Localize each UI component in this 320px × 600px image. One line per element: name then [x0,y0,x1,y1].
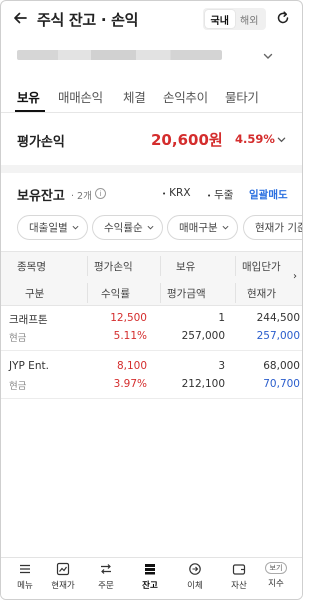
col-return-rate[interactable]: 수익률 [101,286,130,301]
view-badge: 보기 [264,562,288,574]
nav-transfer[interactable]: 이체 [177,562,213,591]
column-divider [235,283,236,303]
dot-icon: • [162,190,167,198]
hamburger-icon [20,564,30,574]
tab-averaging[interactable]: 물타기 [225,87,259,106]
app-frame: 주식 잔고 · 손익 국내 해외 보유 매매손익 체결 손익추이 물타기 평가손… [0,0,303,600]
account-type: 현금 [9,381,27,392]
quantity: 3 [218,360,225,372]
filter-trade-type[interactable]: 매매구분 [167,215,238,240]
chevron-down-icon [72,225,79,230]
holdings-header: 보유잔고 · 2개 i • KRX • 두줄 일괄매도 [1,179,302,207]
chevron-down-icon [222,225,229,230]
back-arrow-icon[interactable] [11,9,29,27]
active-tab-indicator [15,110,45,112]
refresh-icon[interactable] [276,11,290,25]
return-rate: 5.11% [113,330,147,342]
column-divider [87,256,88,276]
account-type: 현금 [9,333,27,344]
tab-trade-pl[interactable]: 매매손익 [58,87,103,106]
market-toggle[interactable]: 국내 해외 [203,8,266,30]
two-line-option[interactable]: • 두줄 [207,187,233,202]
app-header: 주식 잔고 · 손익 국내 해외 [1,1,302,37]
nav-index[interactable]: 보기 지수 [258,562,294,589]
col-eval-pl[interactable]: 평가손익 [94,259,133,274]
tab-pl-trend[interactable]: 손익추이 [163,87,208,106]
filter-chips: 대출일별 수익률순 매매구분 현재가 기준 [1,213,302,243]
eval-amount: 257,000 [181,330,225,342]
col-quantity[interactable]: 보유 [176,259,195,274]
tab-executions[interactable]: 체결 [123,87,146,106]
current-price: 257,000 [256,330,300,342]
chevron-down-icon [263,53,273,59]
toggle-domestic[interactable]: 국내 [205,10,235,28]
swap-icon [101,564,111,574]
eval-amount: 212,100 [181,378,225,390]
pl-label: 평가손익 [17,135,65,150]
eval-pl: 8,100 [116,360,147,372]
chevron-down-icon [147,225,154,230]
buy-price: 68,000 [263,360,300,372]
info-icon[interactable]: i [95,188,106,199]
tab-holdings[interactable]: 보유 [17,87,40,106]
col-eval-amount[interactable]: 평가금액 [167,286,206,301]
column-divider [160,256,161,276]
dot-icon: • [207,192,212,200]
wallet-icon [232,564,246,575]
filter-by-loan-date[interactable]: 대출일별 [17,215,88,240]
holdings-count: · 2개 [71,191,92,202]
nav-current-price[interactable]: 현재가 [45,562,81,591]
nav-menu[interactable]: 메뉴 [7,562,43,591]
return-rate: 3.97% [113,378,147,390]
table-row[interactable]: 크래프톤 현금 12,500 5.11% 1 257,000 244,500 2… [1,307,302,351]
account-selector[interactable] [17,39,287,71]
column-divider [235,256,236,276]
table-row[interactable]: JYP Ent. 현금 8,100 3.97% 3 212,100 68,000… [1,355,302,399]
nav-assets[interactable]: 자산 [221,562,257,591]
sort-by-return[interactable]: 수익률순 [92,215,163,240]
sell-all-button[interactable]: 일괄매도 [249,187,288,202]
page-title: 주식 잔고 · 손익 [37,11,139,29]
col-stock-name[interactable]: 종목명 [17,259,46,274]
col-type[interactable]: 구분 [25,286,44,301]
bottom-nav: 메뉴 현재가 주문 잔고 이체 자산 보기 지수 [1,557,302,599]
account-number-masked [17,50,222,60]
table-header-row-2: 구분 수익률 평가금액 현재가 [1,279,302,306]
pl-amount: 20,600원 [151,131,223,149]
chevron-down-icon[interactable] [277,135,286,144]
section-divider [1,165,302,173]
chevron-right-icon[interactable]: › [293,271,297,282]
col-buy-price[interactable]: 매입단가 [242,259,281,274]
stock-name: 크래프톤 [9,314,48,326]
chart-icon [56,562,70,576]
tab-bar: 보유 매매손익 체결 손익추이 물타기 [1,81,302,113]
stock-name: JYP Ent. [9,360,49,372]
pl-summary[interactable]: 평가손익 20,600원 4.59% [1,121,302,159]
buy-price: 244,500 [256,312,300,324]
nav-order[interactable]: 주문 [88,562,124,591]
quantity: 1 [218,312,225,324]
transfer-icon [189,563,201,575]
market-krx[interactable]: • KRX [162,187,191,199]
toggle-overseas[interactable]: 해외 [235,10,265,28]
col-current-price[interactable]: 현재가 [247,286,276,301]
holdings-title: 보유잔고 [17,189,65,204]
filter-price-basis[interactable]: 현재가 기준 [243,215,302,240]
eval-pl: 12,500 [110,312,147,324]
current-price: 70,700 [263,378,300,390]
nav-balance[interactable]: 잔고 [132,562,168,591]
balance-stack-icon [145,564,155,575]
column-divider [87,283,88,303]
pl-percent: 4.59% [235,132,275,146]
column-divider [160,283,161,303]
table-header-row-1: 종목명 평가손익 보유 매입단가 [1,251,302,279]
